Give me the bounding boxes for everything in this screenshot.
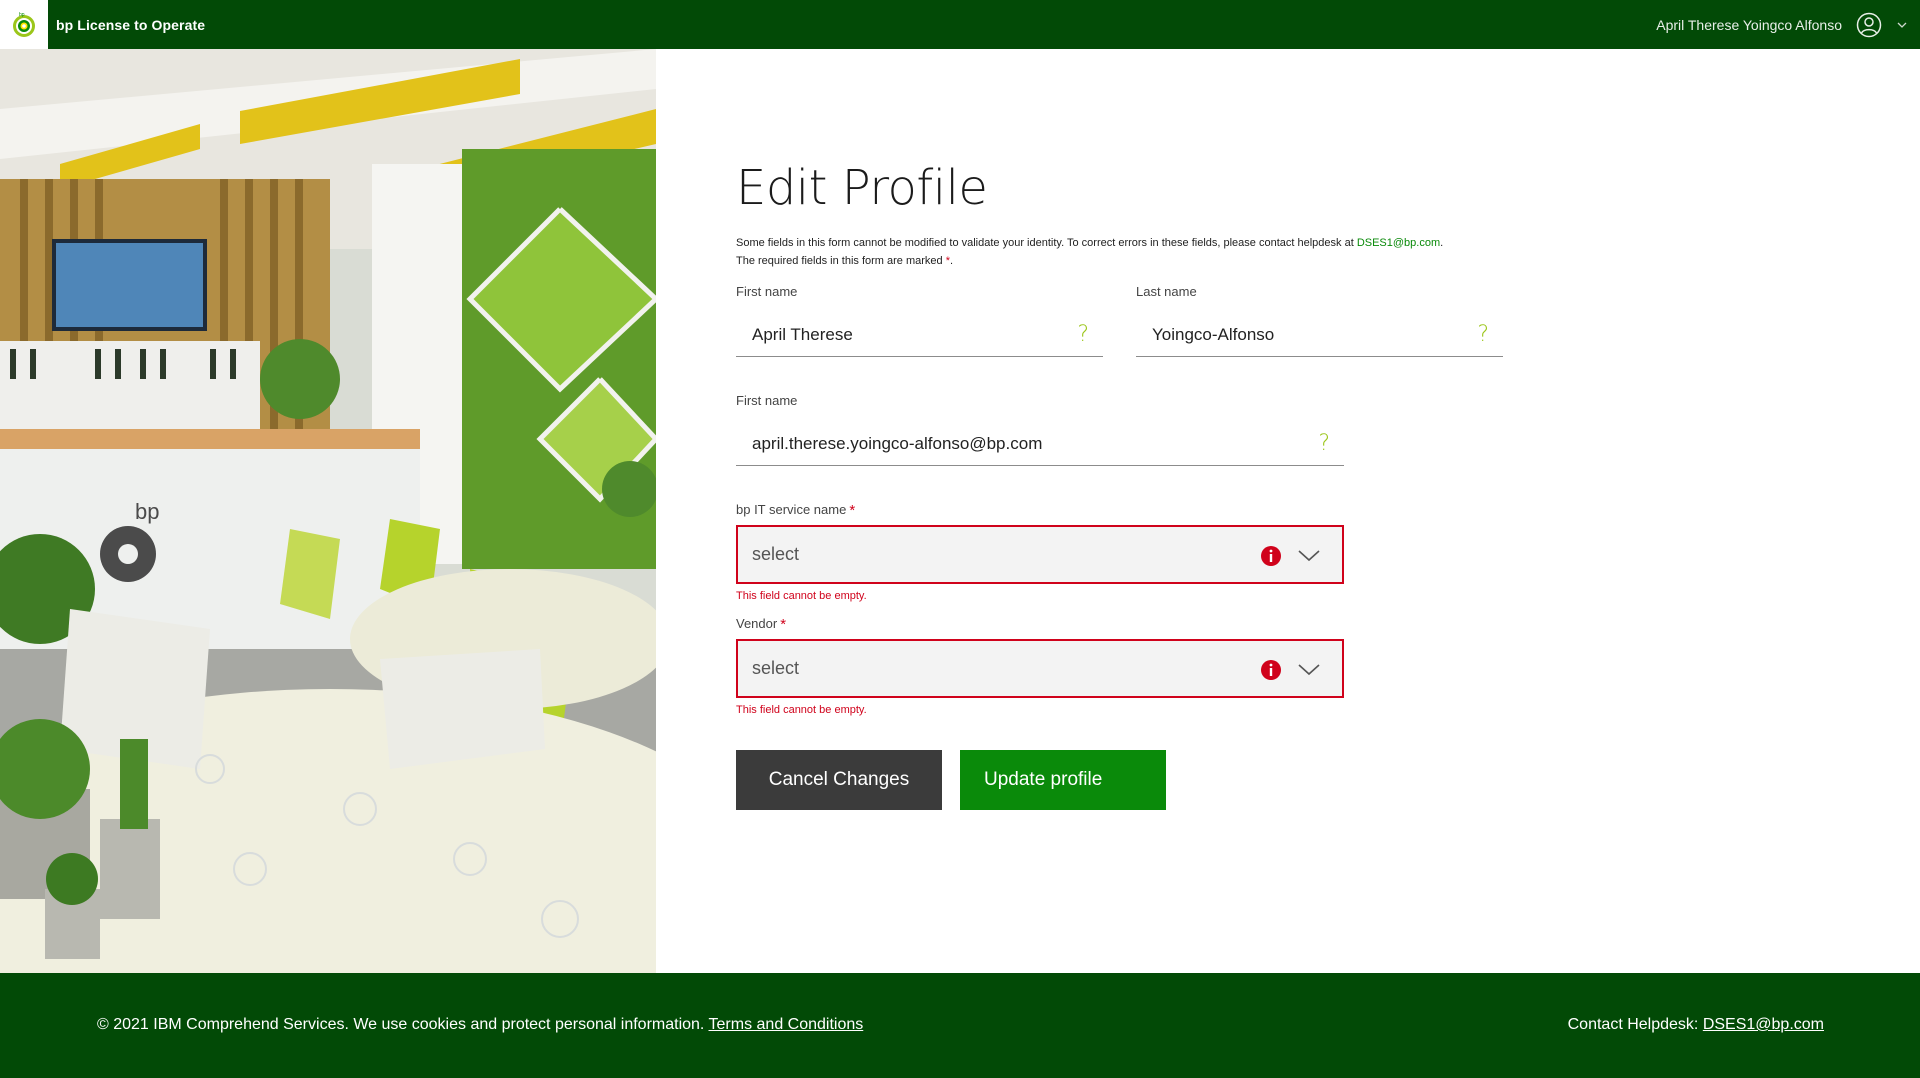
user-name: April Therese Yoingco Alfonso (1656, 16, 1842, 33)
help-icon[interactable]: ? (1477, 322, 1489, 347)
bp-helios-icon: bp (13, 12, 35, 37)
vendor-placeholder: select (752, 658, 800, 678)
chevron-down-icon[interactable] (1298, 550, 1320, 562)
footer-copyright: © 2021 IBM Comprehend Services. We use c… (97, 1016, 863, 1034)
email-value: april.therese.yoingco-alfonso@bp.com (752, 433, 1043, 453)
chevron-down-icon[interactable] (1298, 664, 1320, 676)
contact-email-link[interactable]: DSES1@bp.com (1703, 1016, 1824, 1033)
first-name-label: First name (736, 284, 798, 299)
last-name-field: Last name Yoingco-Alfonso ? (1136, 284, 1503, 357)
contact-label: Contact Helpdesk: (1567, 1016, 1703, 1033)
note-text: Some fields in this form cannot be modif… (736, 237, 1357, 249)
email-input[interactable]: april.therese.yoingco-alfonso@bp.com ? (736, 422, 1344, 466)
required-note-text: The required fields in this form are mar… (736, 255, 946, 267)
form-note: Some fields in this form cannot be modif… (736, 234, 1536, 270)
required-star: * (780, 616, 787, 633)
user-menu[interactable]: April Therese Yoingco Alfonso (1656, 0, 1908, 49)
svg-text:bp: bp (135, 499, 159, 524)
svg-text:bp: bp (19, 12, 25, 18)
service-name-error: This field cannot be empty. (736, 590, 867, 602)
service-name-label: bp IT service name (736, 502, 847, 517)
required-star: * (849, 502, 856, 519)
app-title: bp License to Operate (56, 16, 206, 33)
last-name-value: Yoingco-Alfonso (1152, 324, 1275, 344)
last-name-input[interactable]: Yoingco-Alfonso ? (1136, 313, 1503, 357)
email-field: First name april.therese.yoingco-alfonso… (736, 393, 1344, 466)
vendor-error: This field cannot be empty. (736, 704, 867, 716)
error-info-icon (1261, 660, 1281, 680)
vendor-field: Vendor * select This field cannot be empt… (736, 616, 1344, 716)
note-suffix: . (1440, 237, 1444, 249)
first-name-value: April Therese (752, 324, 853, 344)
service-name-placeholder: select (752, 544, 800, 564)
email-label: First name (736, 393, 798, 408)
helpdesk-email-link[interactable]: DSES1@bp.com (1357, 237, 1440, 249)
service-name-field: bp IT service name * select This field ca… (736, 502, 1344, 602)
copyright-text: © 2021 IBM Comprehend Services. We use c… (97, 1016, 709, 1033)
footer: © 2021 IBM Comprehend Services. We use c… (0, 973, 1920, 1078)
page-title: Edit Profile (736, 160, 988, 216)
bp-logo[interactable]: bp (0, 0, 48, 49)
cancel-changes-button[interactable]: Cancel Changes (736, 750, 942, 810)
service-name-select[interactable]: select (736, 525, 1344, 584)
user-avatar-icon[interactable] (1856, 12, 1882, 38)
edit-profile-form: Edit Profile Some fields in this form ca… (736, 160, 1536, 810)
first-name-input[interactable]: April Therese ? (736, 313, 1103, 357)
terms-link[interactable]: Terms and Conditions (709, 1016, 864, 1033)
help-icon[interactable]: ? (1077, 322, 1089, 347)
hero-photo: bp (0, 49, 656, 973)
chevron-down-icon[interactable] (1896, 19, 1908, 31)
top-bar: bp bp License to Operate April Therese Y… (0, 0, 1920, 49)
error-info-icon (1261, 546, 1281, 566)
help-icon[interactable]: ? (1318, 431, 1330, 456)
last-name-label: Last name (1136, 284, 1197, 299)
footer-contact: Contact Helpdesk: DSES1@bp.com (1568, 1016, 1824, 1034)
vendor-select[interactable]: select (736, 639, 1344, 698)
first-name-field: First name April Therese ? (736, 284, 1103, 357)
required-note-suffix: . (949, 255, 954, 267)
update-profile-button[interactable]: Update profile (960, 750, 1166, 810)
vendor-label: Vendor (736, 616, 778, 631)
